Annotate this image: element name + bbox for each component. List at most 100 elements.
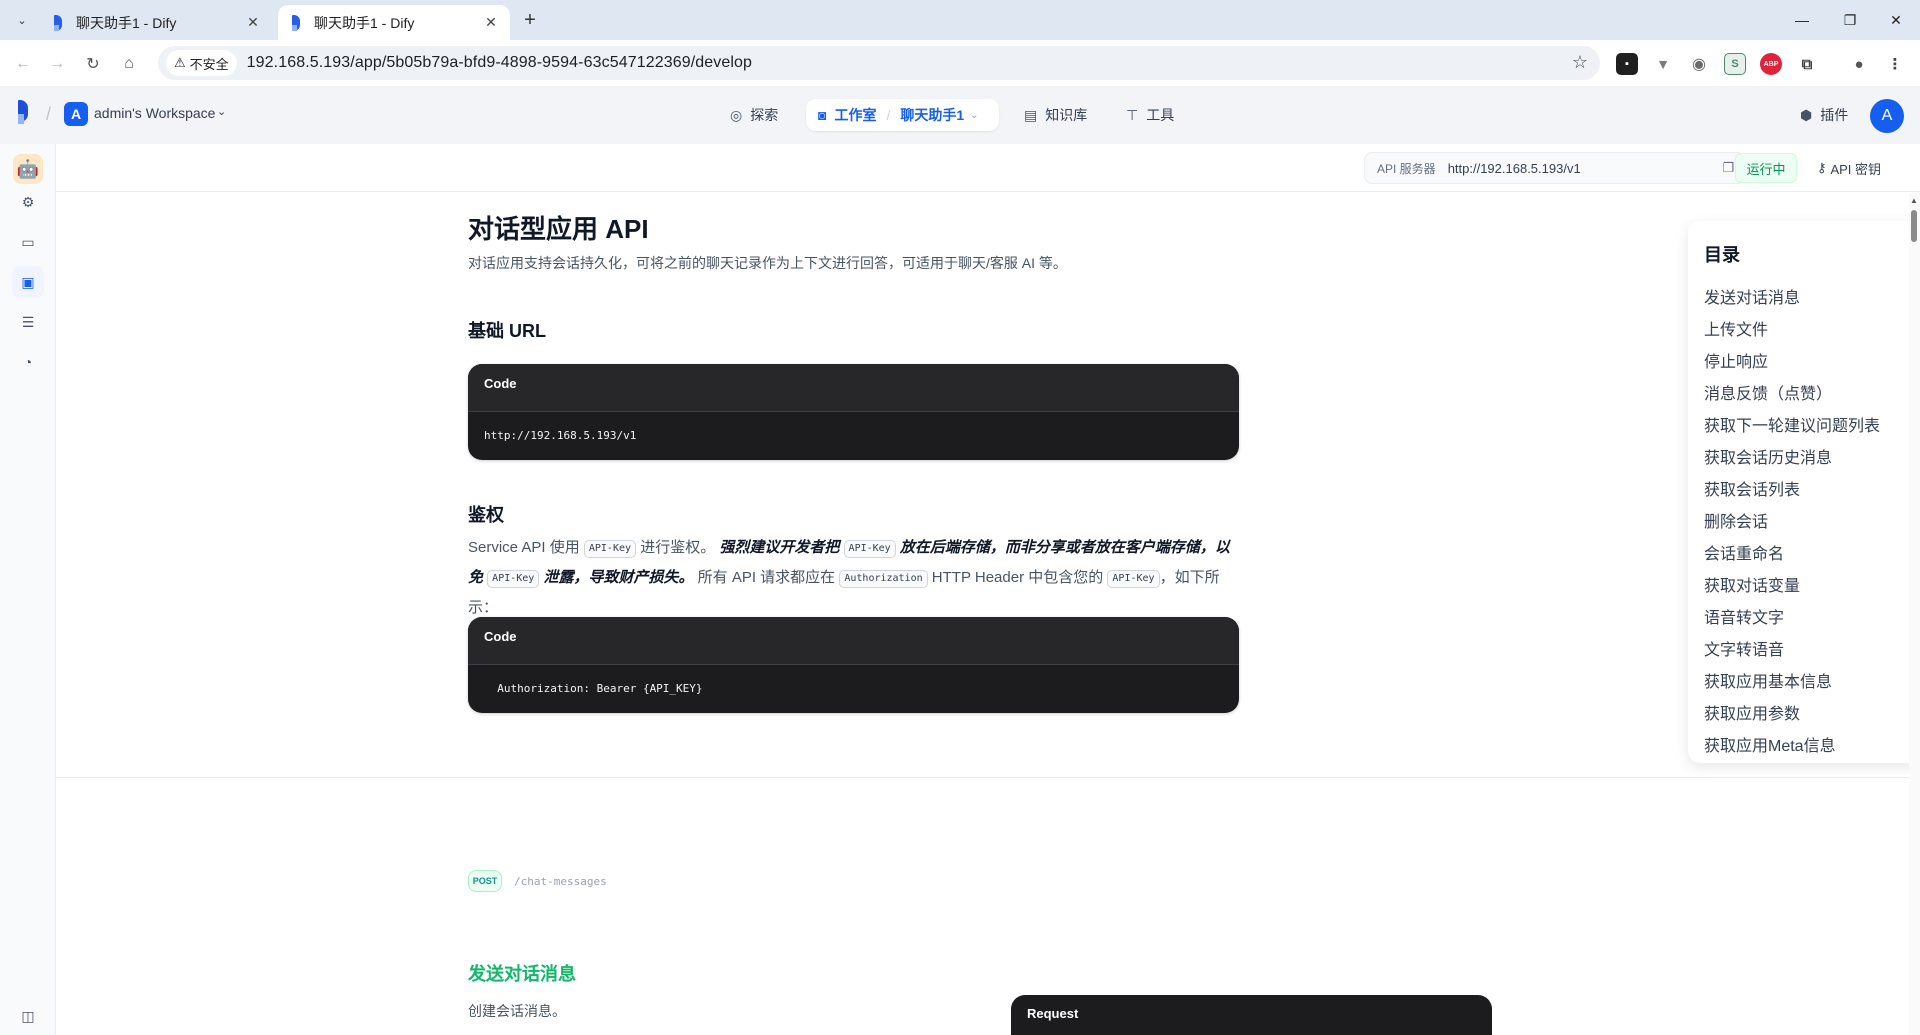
chevron-down-icon[interactable]: ⌄ <box>970 110 978 121</box>
orchestrate-icon[interactable]: ▭ <box>12 226 44 258</box>
inline-code: API-Key <box>843 540 896 558</box>
http-method-badge: POST <box>468 870 502 892</box>
bookmark-star-icon[interactable]: ☆ <box>1572 52 1588 73</box>
close-icon[interactable]: ✕ <box>244 14 262 32</box>
scrollbar[interactable] <box>1909 193 1920 1035</box>
sliders-icon[interactable]: ⚙ <box>12 186 44 218</box>
nav-knowledge[interactable]: ▤ 知识库 <box>1024 100 1087 130</box>
new-tab-plus-icon[interactable]: + <box>518 8 542 32</box>
address-bar[interactable]: ⚠ 不安全 192.168.5.193/app/5b05b79a-bfd9-48… <box>158 46 1600 80</box>
nav-tools[interactable]: ⊤ 工具 <box>1126 100 1174 130</box>
api-toolbar: API 服务器 http://192.168.5.193/v1 ❐ 运行中 ⚷ … <box>56 144 1920 192</box>
nav-studio[interactable]: ◙ 工作室 / 聊天助手1 ⌄ <box>806 99 999 131</box>
toc-item[interactable]: 文字转语音 <box>1704 635 1880 667</box>
browser-tab-active[interactable]: 聊天助手1 - Dify ✕ <box>278 5 510 40</box>
scroll-up-arrow-icon[interactable]: ▲ <box>1910 196 1918 205</box>
toc-item[interactable]: 上传文件 <box>1704 315 1880 347</box>
toc-item[interactable]: 获取应用Meta信息 <box>1704 731 1880 763</box>
toc-item[interactable]: 会话重命名 <box>1704 539 1880 571</box>
toc-item[interactable]: 消息反馈（点赞） <box>1704 379 1880 411</box>
close-icon[interactable]: ✕ <box>482 14 500 32</box>
monitoring-gauge-icon[interactable]: ◔ <box>12 346 44 378</box>
section-description: 创建会话消息。 <box>468 1003 566 1019</box>
inline-code: API-Key <box>1107 570 1160 588</box>
robot-icon: ◙ <box>818 107 827 123</box>
user-avatar[interactable]: A <box>1870 99 1904 133</box>
status-badge: 运行中 <box>1735 153 1797 183</box>
url-text[interactable]: 192.168.5.193/app/5b05b79a-bfd9-4898-959… <box>247 54 752 72</box>
toc-item[interactable]: 获取应用参数 <box>1704 699 1880 731</box>
nav-explore[interactable]: ◎ 探索 <box>730 100 778 130</box>
sidebar-toggle-icon[interactable]: ◫ <box>12 1000 44 1032</box>
ext-v-icon[interactable]: ▼ <box>1652 53 1674 75</box>
app-sidebar: 🤖 ⚙ ▭ ▣ ☰ ◔ ◫ <box>0 144 56 1035</box>
code-body[interactable]: Authorization: Bearer {API_KEY} <box>468 665 1239 713</box>
tab-search-chevron-icon[interactable]: ⌄ <box>10 8 34 32</box>
api-key-button[interactable]: ⚷ API 密钥 <box>1810 153 1888 183</box>
browser-toolbar: ← → ↻ ⌂ ⚠ 不安全 192.168.5.193/app/5b05b79a… <box>0 40 1920 86</box>
back-arrow-icon[interactable]: ← <box>10 51 36 77</box>
toc-item[interactable]: 发送对话消息 <box>1704 283 1880 315</box>
request-label: Request <box>1027 1006 1079 1021</box>
chevron-down-icon[interactable]: ⌄ <box>217 105 226 118</box>
tab-title: 聊天助手1 - Dify <box>76 14 177 31</box>
home-icon[interactable]: ⌂ <box>116 51 142 77</box>
code-label: Code <box>468 617 1239 665</box>
copy-icon[interactable]: ❐ <box>1722 160 1734 176</box>
dify-logo-icon[interactable] <box>18 100 36 126</box>
restore-icon[interactable]: ❐ <box>1830 6 1870 34</box>
ext-abp-icon[interactable]: ABP <box>1760 53 1782 75</box>
toc-item[interactable]: 获取会话列表 <box>1704 475 1880 507</box>
base-url-codeblock: Code http://192.168.5.193/v1 <box>468 364 1239 460</box>
window-close-icon[interactable]: ✕ <box>1876 6 1916 34</box>
toc-item[interactable]: 停止响应 <box>1704 347 1880 379</box>
inline-code: API-Key <box>583 540 637 558</box>
page-description: 对话应用支持会话持久化，可将之前的聊天记录作为上下文进行回答，可适用于聊天/客服… <box>468 255 1067 271</box>
toc-list: 发送对话消息 上传文件 停止响应 消息反馈（点赞） 获取下一轮建议问题列表 获取… <box>1704 283 1880 763</box>
scrollbar-thumb[interactable] <box>1911 210 1917 242</box>
security-chip[interactable]: ⚠ 不安全 <box>166 50 237 76</box>
nav-plugins-label: 插件 <box>1820 107 1849 123</box>
app-switcher-label[interactable]: 聊天助手1 <box>900 105 964 125</box>
cube-icon: ⬢ <box>1800 106 1813 123</box>
tab-title: 聊天助手1 - Dify <box>314 14 415 31</box>
ext-s-icon[interactable]: S <box>1724 53 1746 75</box>
nav-explore-label: 探索 <box>750 107 779 123</box>
reload-icon[interactable]: ↻ <box>80 51 106 77</box>
more-menu-icon[interactable]: ⋮ <box>1884 53 1906 75</box>
api-terminal-icon[interactable]: ▣ <box>12 266 44 298</box>
auth-text: Service API 使用 <box>468 539 584 556</box>
profile-icon[interactable]: ● <box>1848 53 1870 75</box>
browser-tabbar: ⌄ 聊天助手1 - Dify ✕ 聊天助手1 - Dify ✕ + — ❐ ✕ <box>0 0 1920 40</box>
minimize-icon[interactable]: — <box>1782 6 1822 34</box>
forward-arrow-icon[interactable]: → <box>44 51 70 77</box>
auth-text: 所有 API 请求都应在 <box>693 569 840 586</box>
toc-item[interactable]: 语音转文字 <box>1704 603 1880 635</box>
toc-item[interactable]: 获取下一轮建议问题列表 <box>1704 411 1880 443</box>
api-server-field: API 服务器 http://192.168.5.193/v1 ❐ <box>1364 152 1745 184</box>
section-divider <box>56 777 1909 778</box>
code-label: Code <box>468 364 1239 412</box>
workspace-avatar[interactable]: A <box>64 102 88 126</box>
toc-item[interactable]: 获取对话变量 <box>1704 571 1880 603</box>
toc-item[interactable]: 获取应用基本信息 <box>1704 667 1880 699</box>
extensions-puzzle-icon[interactable]: ⧉ <box>1796 53 1818 75</box>
api-key-label: API 密钥 <box>1830 161 1882 177</box>
page-title: 对话型应用 API <box>468 214 649 244</box>
section-title[interactable]: 发送对话消息 <box>468 960 576 986</box>
toc-item[interactable]: 删除会话 <box>1704 507 1880 539</box>
browser-tab[interactable]: 聊天助手1 - Dify ✕ <box>40 5 272 40</box>
auth-codeblock: Code Authorization: Bearer {API_KEY} <box>468 617 1239 713</box>
toc-item[interactable]: 获取会话历史消息 <box>1704 443 1880 475</box>
base-url-heading: 基础 URL <box>468 321 546 341</box>
auth-emphasis: 泄露，导致财产损失。 <box>539 569 694 586</box>
security-label: 不安全 <box>189 56 229 72</box>
ext-square-icon[interactable]: ▪ <box>1616 53 1638 75</box>
app-robot-avatar-icon[interactable]: 🤖 <box>13 154 43 184</box>
logs-icon[interactable]: ☰ <box>12 306 44 338</box>
ext-circle-icon[interactable]: ◉ <box>1688 53 1710 75</box>
workspace-name[interactable]: admin's Workspace <box>94 105 215 121</box>
nav-plugins[interactable]: ⬢ 插件 <box>1800 100 1848 130</box>
code-body[interactable]: http://192.168.5.193/v1 <box>468 412 1239 460</box>
book-icon: ▤ <box>1024 106 1038 123</box>
